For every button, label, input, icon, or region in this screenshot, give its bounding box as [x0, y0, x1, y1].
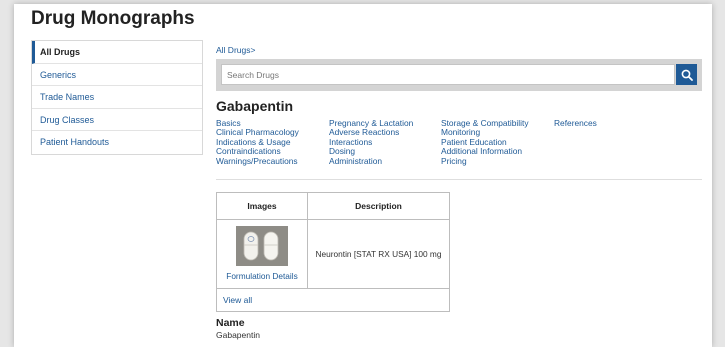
section-links-col-2: Pregnancy & Lactation Adverse Reactions … [329, 118, 413, 166]
header-images: Images [217, 193, 308, 219]
search-button[interactable] [676, 64, 697, 85]
name-value: Gabapentin [216, 330, 260, 340]
search-bar [216, 59, 702, 91]
section-link-pricing[interactable]: Pricing [441, 156, 529, 166]
section-link-references[interactable]: References [554, 118, 597, 128]
image-cell: Formulation Details [217, 220, 308, 288]
formulation-details-link[interactable]: Formulation Details [226, 271, 297, 281]
drug-title: Gabapentin [216, 98, 294, 114]
header-description: Description [355, 201, 402, 211]
description-cell: Neurontin [STAT RX USA] 100 mg [315, 249, 442, 259]
capsule-icon [243, 231, 279, 261]
section-links-col-3: Storage & Compatibility Monitoring Patie… [441, 118, 529, 166]
sidebar-item-trade-names[interactable]: Trade Names [32, 86, 202, 109]
sidebar-item-all-drugs[interactable]: All Drugs [32, 41, 202, 64]
search-icon [681, 69, 693, 81]
sidebar-nav: All Drugs Generics Trade Names Drug Clas… [31, 40, 203, 155]
breadcrumb-all-drugs[interactable]: All Drugs> [216, 45, 255, 55]
page-title: Drug Monographs [31, 8, 195, 29]
section-links-col-4: References [554, 118, 597, 128]
section-divider [216, 179, 702, 180]
sidebar-item-generics[interactable]: Generics [32, 64, 202, 86]
images-table: Images Description Formulation Details N… [216, 192, 450, 312]
sidebar-item-drug-classes[interactable]: Drug Classes [32, 109, 202, 131]
name-heading: Name [216, 317, 245, 329]
sidebar-item-patient-handouts[interactable]: Patient Handouts [32, 131, 202, 154]
section-link-warnings-precautions[interactable]: Warnings/Precautions [216, 156, 299, 166]
images-table-header: Images Description [217, 193, 449, 220]
view-all-link[interactable]: View all [217, 289, 449, 311]
section-link-administration[interactable]: Administration [329, 156, 413, 166]
monograph-panel: Drug Monographs All Drugs Generics Trade… [14, 4, 712, 347]
section-links-col-1: Basics Clinical Pharmacology Indications… [216, 118, 299, 166]
search-input[interactable] [221, 64, 675, 85]
table-row: Formulation Details Neurontin [STAT RX U… [217, 220, 449, 289]
capsule-image[interactable] [236, 226, 288, 266]
